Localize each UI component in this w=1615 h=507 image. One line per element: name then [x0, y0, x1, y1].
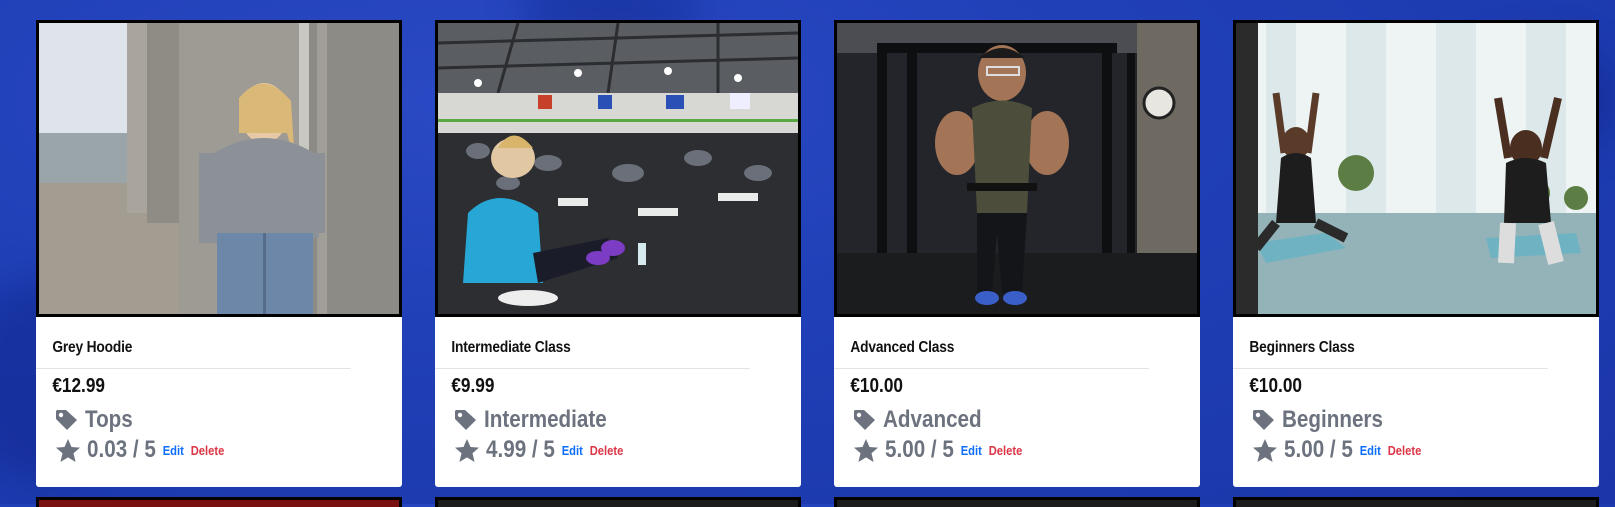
- edit-link[interactable]: Edit: [562, 443, 583, 458]
- product-image[interactable]: [435, 20, 801, 317]
- tag-icon: [56, 410, 77, 430]
- product-category[interactable]: Advanced: [834, 398, 1200, 434]
- product-rating: 0.03 / 5 Edit Delete: [36, 434, 402, 464]
- product-card-partial[interactable]: [834, 497, 1200, 507]
- delete-link[interactable]: Delete: [988, 443, 1022, 458]
- product-card-partial[interactable]: [1233, 497, 1599, 507]
- card-body: Grey Hoodie €12.99 Tops 0.03 / 5 Edit De…: [36, 317, 402, 487]
- star-icon: [455, 438, 479, 462]
- product-grid: Grey Hoodie €12.99 Tops 0.03 / 5 Edit De…: [36, 20, 1599, 487]
- next-row-cards: [36, 497, 1599, 507]
- product-rating: 5.00 / 5 Edit Delete: [1233, 434, 1599, 464]
- product-rating: 5.00 / 5 Edit Delete: [834, 434, 1200, 464]
- product-rating: 4.99 / 5 Edit Delete: [435, 434, 801, 464]
- product-category[interactable]: Tops: [36, 398, 402, 434]
- category-label: Beginners: [1282, 406, 1383, 433]
- edit-link[interactable]: Edit: [1360, 443, 1381, 458]
- product-image[interactable]: [834, 20, 1200, 317]
- star-icon: [56, 438, 80, 462]
- tag-icon: [455, 410, 476, 430]
- product-card-partial[interactable]: [36, 497, 402, 507]
- product-category[interactable]: Beginners: [1233, 398, 1599, 434]
- product-name[interactable]: Advanced Class: [834, 317, 1149, 369]
- product-name[interactable]: Intermediate Class: [435, 317, 750, 369]
- edit-link[interactable]: Edit: [961, 443, 982, 458]
- product-card[interactable]: Intermediate Class €9.99 Intermediate 4.…: [435, 20, 801, 487]
- product-price: €9.99: [451, 375, 495, 397]
- rating-value: 0.03 / 5: [87, 436, 156, 463]
- category-label: Tops: [85, 406, 133, 433]
- tag-icon: [1253, 410, 1274, 430]
- product-price: €10.00: [850, 375, 903, 397]
- product-category[interactable]: Intermediate: [435, 398, 801, 434]
- rating-value: 4.99 / 5: [486, 436, 555, 463]
- product-name[interactable]: Grey Hoodie: [36, 317, 351, 369]
- product-card[interactable]: Beginners Class €10.00 Beginners 5.00 / …: [1233, 20, 1599, 487]
- product-image[interactable]: [1233, 20, 1599, 317]
- product-name[interactable]: Beginners Class: [1233, 317, 1548, 369]
- product-price: €10.00: [1249, 375, 1302, 397]
- delete-link[interactable]: Delete: [190, 443, 224, 458]
- product-card-partial[interactable]: [435, 497, 801, 507]
- tag-icon: [854, 410, 875, 430]
- product-image[interactable]: [36, 20, 402, 317]
- category-label: Intermediate: [484, 406, 607, 433]
- edit-link[interactable]: Edit: [163, 443, 184, 458]
- card-body: Advanced Class €10.00 Advanced 5.00 / 5 …: [834, 317, 1200, 487]
- product-card[interactable]: Grey Hoodie €12.99 Tops 0.03 / 5 Edit De…: [36, 20, 402, 487]
- rating-value: 5.00 / 5: [885, 436, 954, 463]
- card-body: Intermediate Class €9.99 Intermediate 4.…: [435, 317, 801, 487]
- product-card[interactable]: Advanced Class €10.00 Advanced 5.00 / 5 …: [834, 20, 1200, 487]
- star-icon: [854, 438, 878, 462]
- category-label: Advanced: [883, 406, 982, 433]
- star-icon: [1253, 438, 1277, 462]
- card-body: Beginners Class €10.00 Beginners 5.00 / …: [1233, 317, 1599, 487]
- delete-link[interactable]: Delete: [589, 443, 623, 458]
- rating-value: 5.00 / 5: [1284, 436, 1353, 463]
- product-price: €12.99: [52, 375, 105, 397]
- delete-link[interactable]: Delete: [1387, 443, 1421, 458]
